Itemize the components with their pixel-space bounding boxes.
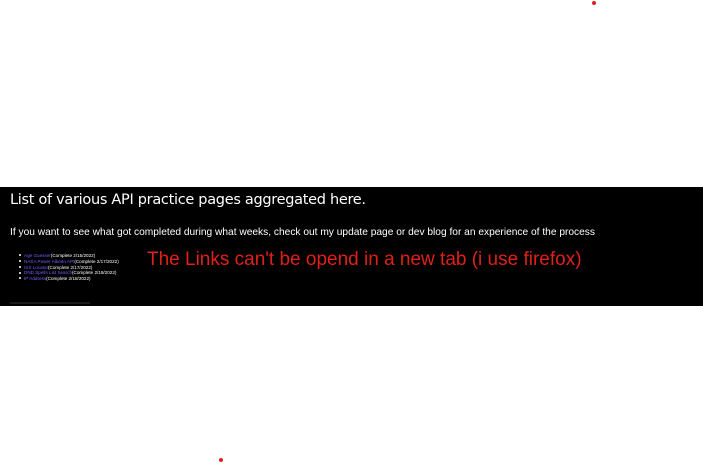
ip-address-link[interactable]: IP Address (24, 276, 46, 281)
page-heading: List of various API practice pages aggre… (10, 192, 366, 208)
completion-status: (Complete 2/17/2022) (48, 264, 93, 270)
api-page-list: Age Guesser(Complete 2/15/2022) NASA Pow… (15, 253, 119, 282)
bullet-icon (19, 254, 21, 257)
red-dot-marker (592, 1, 596, 5)
list-item: IP Address(Complete 2/18/2022) (15, 276, 119, 282)
red-dot-marker (219, 458, 223, 462)
dnd-spells-search-link[interactable]: DND Spells List Search (24, 270, 72, 275)
bullet-icon (19, 277, 21, 280)
bullet-icon (19, 260, 21, 263)
completion-status: (Complete 2/18/2022) (46, 276, 91, 282)
bullet-icon (19, 271, 21, 274)
api-practice-panel: List of various API practice pages aggre… (0, 187, 703, 306)
bullet-icon (19, 265, 21, 268)
intro-text: If you want to see what got completed du… (10, 227, 595, 238)
completion-status: (Complete 2/18/2022) (72, 270, 117, 276)
nasa-power-albedo-link[interactable]: NASA Power Albedo API (24, 259, 74, 264)
iss-locator-link[interactable]: ISS Locator (24, 265, 48, 270)
footer-divider (10, 302, 90, 304)
completion-status: (Complete 2/15/2022) (50, 253, 96, 258)
red-annotation-text: The Links can't be opend in a new tab (i… (147, 249, 582, 270)
completion-status: (Complete 2/17/2022) (74, 258, 119, 264)
age-guesser-link[interactable]: Age Guesser (24, 253, 51, 258)
